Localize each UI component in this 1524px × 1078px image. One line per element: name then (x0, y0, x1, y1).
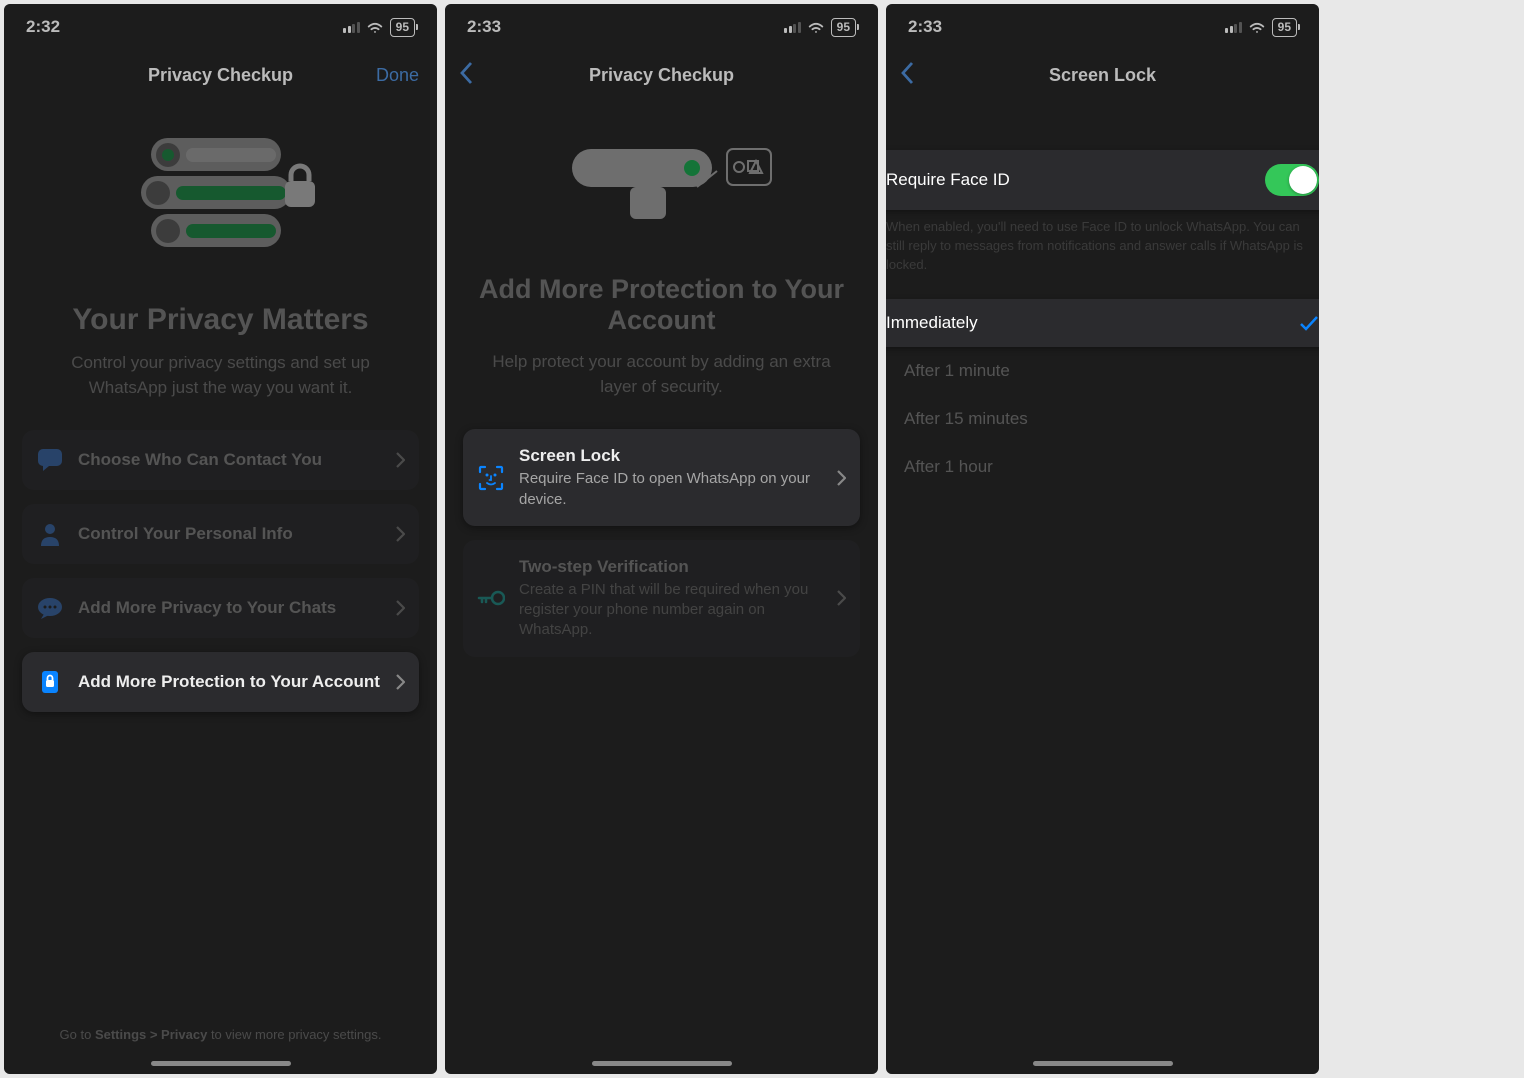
row-title: Screen Lock (519, 445, 823, 467)
status-bar: 2:33 95 (886, 4, 1319, 50)
battery-icon: 95 (831, 18, 856, 37)
option-label: After 1 minute (904, 361, 1010, 381)
option-label: Immediately (886, 313, 978, 333)
option-after-15-min[interactable]: After 15 minutes (886, 395, 1319, 443)
screen-screen-lock: 2:33 95 Screen Lock Require Face ID When… (886, 4, 1319, 1074)
status-time: 2:33 (467, 17, 501, 37)
home-indicator[interactable] (1033, 1061, 1173, 1066)
option-label: After 1 hour (904, 457, 993, 477)
row-screen-lock[interactable]: Screen Lock Require Face ID to open What… (463, 429, 860, 526)
signal-icon (343, 22, 360, 33)
option-after-1-min[interactable]: After 1 minute (886, 347, 1319, 395)
nav-bar: Screen Lock (886, 50, 1319, 100)
signal-icon (784, 22, 801, 33)
chat-bubble-icon (36, 446, 64, 474)
row-title: Add More Privacy to Your Chats (78, 597, 382, 619)
chevron-right-icon (396, 600, 405, 616)
chevron-right-icon (396, 674, 405, 690)
done-button[interactable]: Done (376, 65, 419, 86)
nav-title: Privacy Checkup (148, 65, 293, 86)
page-title: Your Privacy Matters (22, 303, 419, 337)
wifi-icon (1248, 20, 1266, 34)
chevron-right-icon (396, 452, 405, 468)
message-icon (36, 594, 64, 622)
key-icon (477, 584, 505, 612)
row-require-face-id[interactable]: Require Face ID (886, 150, 1319, 210)
row-account-protection[interactable]: Add More Protection to Your Account (22, 652, 419, 712)
nav-title: Privacy Checkup (589, 65, 734, 86)
nav-bar: Privacy Checkup Done (4, 50, 437, 100)
shield-lock-icon (36, 668, 64, 696)
option-label: After 15 minutes (904, 409, 1028, 429)
row-chat-privacy[interactable]: Add More Privacy to Your Chats (22, 578, 419, 638)
row-contact-you[interactable]: Choose Who Can Contact You (22, 430, 419, 490)
privacy-illustration (22, 100, 419, 285)
option-after-1-hour[interactable]: After 1 hour (886, 443, 1319, 491)
home-indicator[interactable] (592, 1061, 732, 1066)
back-button[interactable] (459, 61, 473, 90)
row-title: Control Your Personal Info (78, 523, 382, 545)
row-desc: Create a PIN that will be required when … (519, 580, 823, 641)
wifi-icon (807, 20, 825, 34)
wifi-icon (366, 20, 384, 34)
battery-icon: 95 (1272, 18, 1297, 37)
option-immediately[interactable]: Immediately (886, 299, 1319, 347)
screen-account-protection: 2:33 95 Privacy Checkup Add More Protect (445, 4, 878, 1074)
status-time: 2:33 (908, 17, 942, 37)
chevron-right-icon (396, 526, 405, 542)
battery-icon: 95 (390, 18, 415, 37)
back-button[interactable] (900, 61, 914, 90)
row-desc: Require Face ID to open WhatsApp on your… (519, 469, 823, 510)
lock-icon (279, 161, 321, 211)
person-icon (36, 520, 64, 548)
footer-hint: Go to Settings > Privacy to view more pr… (4, 1027, 437, 1074)
row-title: Two-step Verification (519, 556, 823, 578)
face-id-icon (477, 464, 505, 492)
toggle-label: Require Face ID (886, 170, 1010, 190)
page-subtitle: Control your privacy settings and set up… (32, 351, 409, 400)
chevron-right-icon (837, 590, 846, 606)
screen-privacy-checkup-main: 2:32 95 Privacy Checkup Done Your Privac… (4, 4, 437, 1074)
nav-title: Screen Lock (1049, 65, 1156, 86)
home-indicator[interactable] (151, 1061, 291, 1066)
row-title: Add More Protection to Your Account (78, 671, 382, 693)
page-subtitle: Help protect your account by adding an e… (473, 350, 850, 399)
row-title: Choose Who Can Contact You (78, 449, 382, 471)
nav-bar: Privacy Checkup (445, 50, 878, 100)
chevron-right-icon (837, 470, 846, 486)
toggle-hint: When enabled, you'll need to use Face ID… (886, 210, 1319, 295)
row-personal-info[interactable]: Control Your Personal Info (22, 504, 419, 564)
page-title: Add More Protection to Your Account (463, 274, 860, 336)
status-bar: 2:33 95 (445, 4, 878, 50)
status-time: 2:32 (26, 17, 60, 37)
signal-icon (1225, 22, 1242, 33)
protection-illustration (463, 116, 860, 256)
face-id-toggle[interactable] (1265, 164, 1319, 196)
row-two-step[interactable]: Two-step Verification Create a PIN that … (463, 540, 860, 657)
check-icon (1299, 314, 1319, 332)
status-bar: 2:32 95 (4, 4, 437, 50)
